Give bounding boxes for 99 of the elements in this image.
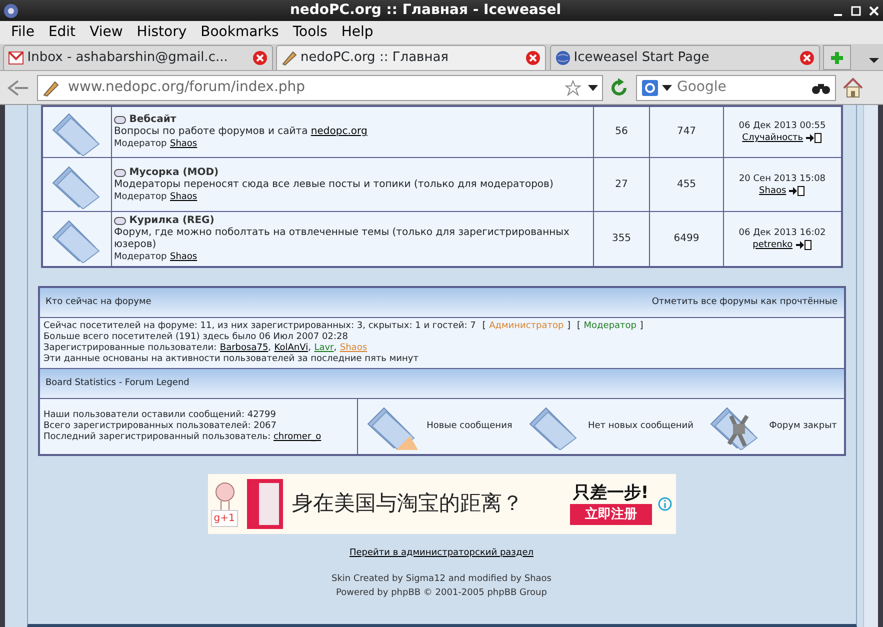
browser-tab[interactable]: nedoPC.org :: Главная [276,45,546,70]
scrollbar[interactable] [863,105,878,627]
moderator-label: Модератор [114,251,167,263]
close-icon[interactable] [868,4,880,16]
info-icon[interactable] [658,496,672,510]
stats-text: Всего зарегистрированных пользователей: 2067 [44,420,278,432]
forum-bullet-icon [114,116,126,124]
forum-description: Форум, где можно поболтать на отвлеченные темы (только для зарегистрированных юзеров) [114,227,570,251]
user-link[interactable]: KolAnVi [274,343,308,354]
mark-read-link[interactable]: Отметить все форумы как прочтённые [652,296,838,310]
user-link[interactable]: Barbosa75 [220,343,268,354]
reload-icon[interactable] [609,78,629,98]
user-link[interactable]: Lavr [314,343,334,354]
stats-text: Последний зарегистрированный пользователь: chromer_o [44,432,322,443]
stats-text: Наши пользователи оставили сообщений: 42799 [44,410,277,421]
address-field[interactable]: www.nedopc.org/forum/index.php [66,76,558,99]
menu-item[interactable]: Tools [286,22,334,43]
forum-bullet-icon [114,217,126,225]
moderator-link[interactable]: Shaos [170,138,198,150]
bracket: ] [640,321,644,332]
forum-title[interactable]: Курилка (REG) [129,215,214,227]
moderator-label: Модератор [114,190,167,202]
home-icon[interactable] [842,76,864,98]
visitors-text: Сейчас посетителей на форуме: 11, из них зарегистрированных: 3, скрытых: 1 и гостей: 7 [44,321,476,332]
plus-one-button[interactable]: g+1 [210,510,238,527]
credit-text: Powered by phpBB © 2001-2005 phpBB Group [336,586,547,600]
topic-count: 56 [594,106,650,158]
post-count: 455 [650,158,724,212]
group-label: Администратор [489,321,564,332]
wardrobe-drawing [245,476,286,530]
legend-label: Форум закрыт [769,420,837,432]
last-post-date: 20 Сен 2013 15:08 [738,172,827,184]
maximize-icon[interactable] [850,4,862,16]
window-title: nedoPC.org :: Главная - Iceweasel [288,1,562,20]
user-link[interactable]: chromer_o [273,432,322,442]
globe-icon [554,50,570,66]
last-post-author[interactable]: Shaos [759,184,786,196]
pencil-icon [281,50,298,66]
tab-label: Inbox - ashabarshin@gmail.c... [27,49,229,68]
goto-post-icon[interactable] [796,240,812,250]
group-label: Модератор [584,321,637,332]
menu-item[interactable]: Help [334,22,380,43]
caret-icon[interactable] [588,84,598,92]
section-title: Board Statistics - Forum Legend [46,376,190,390]
last-post-author[interactable]: Случайность [742,132,804,144]
forum-title[interactable]: Вебсайт [129,114,176,126]
section-title: Кто сейчас на форуме [46,296,152,309]
caret-icon[interactable] [662,84,672,92]
moderator-link[interactable]: Shaos [170,190,198,202]
browser-tab[interactable]: Iceweasel Start Page [550,45,820,70]
goto-post-icon[interactable] [789,186,806,196]
legend-label: Новые сообщения [426,420,512,432]
comma: , [308,343,311,354]
comma: , [268,343,272,354]
search-bar[interactable]: Google [636,74,836,100]
post-count: 747 [650,106,724,158]
search-field[interactable]: Google [675,76,808,99]
forum-description: Модераторы переносят сюда все левые посты и топики (только для модераторов) [114,178,554,190]
forum-title[interactable]: Мусорка (MOD) [129,166,219,178]
signup-button[interactable]: 立即注册 [570,504,652,526]
plus-icon [830,50,844,64]
ad-banner[interactable]: g+1 身在美国与淘宝的距离？ 只差一步! 立即注册 [208,474,676,534]
note-text: Эти данные основаны на активности пользователей за последние пять минут [44,354,420,365]
last-post-date: 06 Дек 2013 16:02 [738,227,827,239]
browser-tab[interactable]: Inbox - ashabarshin@gmail.c... [3,45,273,70]
moderator-link[interactable]: Shaos [170,251,198,263]
comma: , [334,343,337,354]
ad-tagline: 只差一步! [572,482,649,504]
bracket: [ [482,321,486,332]
menu-item[interactable]: File [4,22,42,43]
last-post-date: 06 Дек 2013 00:55 [738,120,827,132]
users-label: Зарегистрированные пользователи: [44,343,217,354]
star-icon[interactable] [565,80,581,96]
menu-item[interactable]: View [82,22,130,43]
menu-item[interactable]: Edit [41,22,83,43]
credit-text: Skin Created by Sigma12 and modified by Shaos [332,573,552,586]
menu-item[interactable]: Bookmarks [194,22,286,43]
ad-headline: 身在美国与淘宝的距离？ [292,490,524,517]
tab-label: Iceweasel Start Page [574,49,710,68]
search-engine-icon[interactable] [640,78,658,96]
goto-post-icon[interactable] [806,133,822,143]
pencil-icon [42,78,60,96]
forum-description: Вопросы по работе форумов и сайта nedopc.org [114,126,368,138]
last-post-author[interactable]: petrenko [752,239,793,251]
moderator-label: Модератор [114,138,167,150]
back-icon[interactable] [6,78,30,98]
tab-label: nedoPC.org :: Главная [300,49,450,68]
legend-label: Нет новых сообщений [588,420,694,432]
menu-item[interactable]: History [130,22,194,43]
site-link[interactable]: nedopc.org [310,126,368,137]
topic-count: 27 [594,158,650,212]
mail-icon [8,51,24,65]
bracket: [ [577,321,581,332]
forum-bullet-icon [114,168,126,176]
bracket: ] [567,321,571,332]
app-icon [3,2,20,18]
admin-link[interactable]: Перейти в администраторский раздел [350,546,534,560]
record-text: Больше всего посетителей (191) здесь было 06 Июл 2007 02:28 [44,332,349,343]
address-bar[interactable]: www.nedopc.org/forum/index.php [36,74,602,100]
